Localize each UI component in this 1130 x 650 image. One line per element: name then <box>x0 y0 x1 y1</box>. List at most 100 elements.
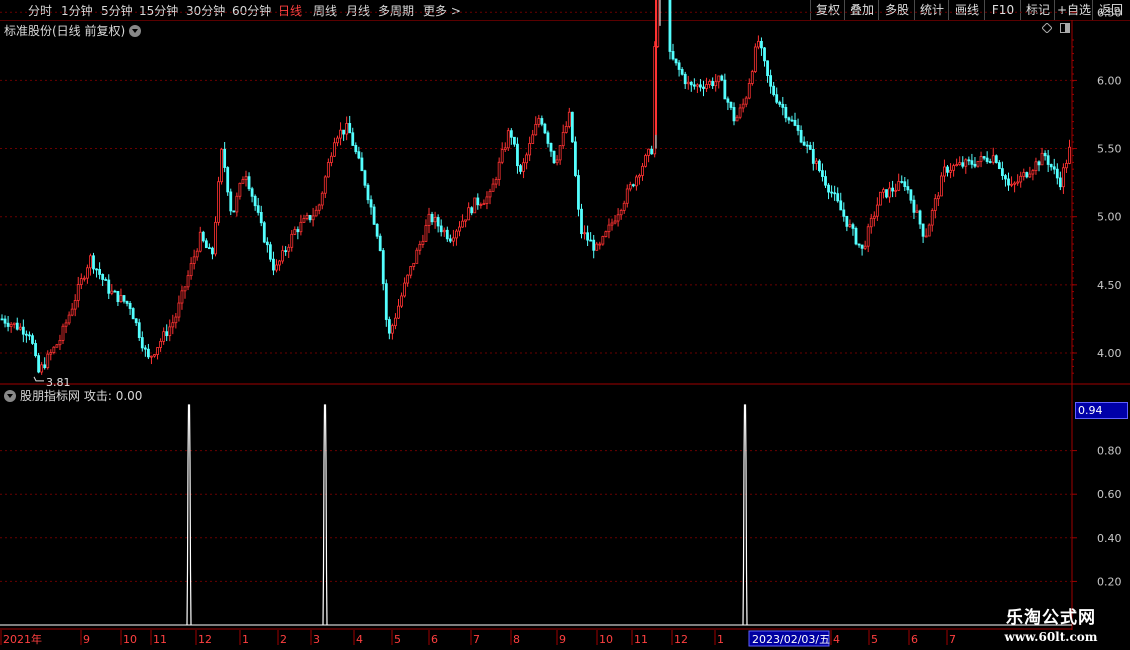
candle-body <box>943 166 946 177</box>
chart-canvas[interactable]: 8.508.007.507.006.506.005.505.004.504.00… <box>0 0 1130 650</box>
time-axis-label: 7 <box>949 633 956 646</box>
candle-body <box>784 107 788 119</box>
candle-body <box>451 237 455 242</box>
candle-body <box>256 205 260 213</box>
indicator-name: 股朋指标网 <box>20 389 81 403</box>
candle-body <box>613 220 617 224</box>
candle-body <box>647 148 650 156</box>
candle-body <box>1004 175 1007 180</box>
candle-body <box>101 274 105 280</box>
candle-body <box>726 98 730 103</box>
candle-body <box>757 40 760 48</box>
candle-body <box>616 214 620 222</box>
candle-body <box>189 263 193 277</box>
candle-body <box>650 148 654 155</box>
candle-body <box>631 184 635 187</box>
candle-body <box>107 279 111 294</box>
candle-body <box>872 215 876 219</box>
candle-body <box>979 156 983 162</box>
time-axis-label: 2 <box>280 633 287 646</box>
candle-body <box>903 181 907 187</box>
candle-body <box>345 123 349 135</box>
candle-body <box>854 227 858 245</box>
candle-body <box>787 117 791 121</box>
candle-body <box>891 187 894 192</box>
time-axis-label: 4 <box>833 633 840 646</box>
candle-body <box>949 169 952 173</box>
candle-body <box>259 212 263 224</box>
candle-body <box>34 343 37 357</box>
candle-body <box>604 231 608 237</box>
candle-body <box>769 75 772 87</box>
watermark-url: www.60lt.com <box>1004 630 1098 644</box>
candle-body <box>595 243 599 251</box>
candle-body <box>863 245 867 249</box>
candle-body <box>299 221 303 233</box>
candle-body <box>92 255 95 270</box>
candle-body <box>818 160 821 172</box>
candle-body <box>400 295 403 307</box>
candle-body <box>1043 152 1047 157</box>
candle-body <box>6 322 10 327</box>
candle-body <box>122 295 126 302</box>
time-axis-label: 6 <box>431 633 438 646</box>
candle-body <box>247 176 251 190</box>
candle-body <box>692 84 696 87</box>
candle-body <box>638 175 641 178</box>
candle-body <box>320 192 324 206</box>
candle-body <box>839 200 843 211</box>
candle-body <box>994 155 998 163</box>
candle-body <box>214 221 217 255</box>
candle-body <box>699 84 702 88</box>
candle-body <box>287 246 291 252</box>
time-axis-label: 6 <box>911 633 918 646</box>
candle-body <box>796 125 800 131</box>
candle-body <box>760 40 763 49</box>
candle-body <box>433 217 437 223</box>
candle-body <box>897 181 901 191</box>
candle-body <box>317 204 321 211</box>
candle-body <box>1065 162 1068 169</box>
candle-body <box>458 226 461 232</box>
candle-body <box>73 300 77 310</box>
price-axis-label: 6.00 <box>1097 74 1122 87</box>
time-axis-label: 3 <box>313 633 320 646</box>
candle-body <box>390 325 394 334</box>
candle-body <box>201 231 205 242</box>
candle-body <box>729 101 733 108</box>
candle-body <box>976 160 980 167</box>
candle-body <box>37 355 40 373</box>
candle-body <box>577 175 580 210</box>
indicator-title[interactable]: 股朋指标网 攻击: 0.00 <box>4 387 142 404</box>
candle-body <box>503 147 507 150</box>
candle-body <box>656 0 660 47</box>
candle-body <box>195 250 199 258</box>
chevron-down-icon[interactable] <box>4 390 16 402</box>
candle-body <box>680 69 684 75</box>
candle-body <box>308 215 312 221</box>
candle-body <box>1016 181 1020 184</box>
candle-body <box>470 207 474 214</box>
candle-body <box>534 123 538 136</box>
candle-body <box>1034 161 1038 172</box>
watermark-title: 乐淘公式网 <box>1006 608 1096 628</box>
candle-body <box>436 217 440 227</box>
candle-body <box>509 130 513 138</box>
candle-body <box>162 331 166 342</box>
candle-body <box>964 159 968 167</box>
candle-body <box>525 154 528 164</box>
candle-body <box>833 192 837 195</box>
candle-body <box>912 199 916 213</box>
candle-body <box>409 266 413 276</box>
candle-body <box>31 335 34 344</box>
candle-body <box>479 204 483 206</box>
candle-body <box>229 191 233 212</box>
candle-body <box>641 165 644 176</box>
candle-body <box>842 209 846 217</box>
candle-body <box>811 149 815 164</box>
candle-body <box>116 290 120 303</box>
candle-body <box>537 118 541 125</box>
candle-body <box>67 314 71 324</box>
candle-body <box>476 197 480 206</box>
candle-body <box>314 209 318 217</box>
